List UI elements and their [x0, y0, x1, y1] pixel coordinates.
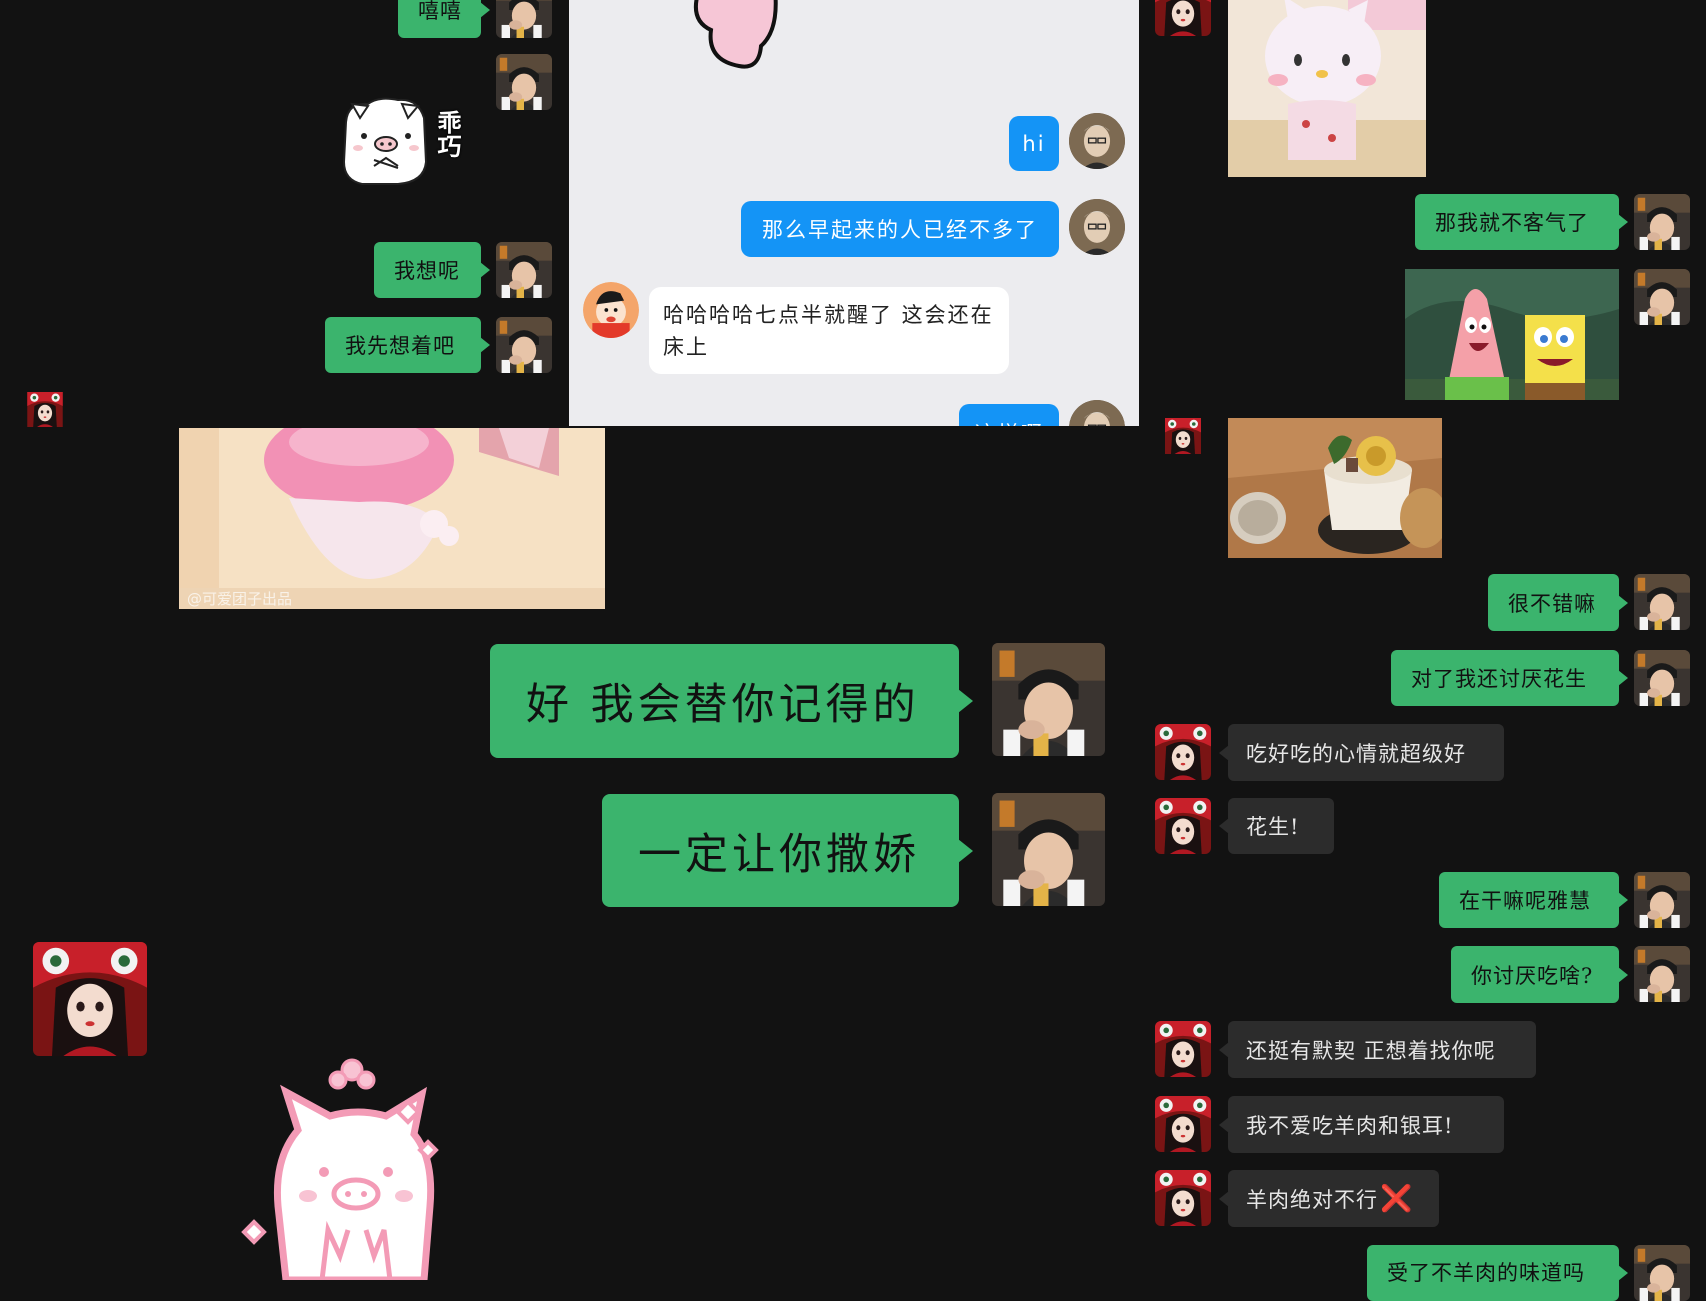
avatar[interactable] — [17, 392, 73, 427]
pink-pig-sticker[interactable] — [238, 1046, 458, 1284]
avatar[interactable] — [1069, 199, 1125, 255]
pink-sticker-fragment — [694, 0, 778, 69]
message-text: hi — [1022, 131, 1046, 156]
message-text: 花生! — [1246, 815, 1300, 839]
message-text: 好 我会替你记得的 — [526, 680, 920, 730]
avatar[interactable] — [1155, 1021, 1211, 1077]
message-bubble-received[interactable]: 花生! — [1219, 798, 1334, 854]
message-text: 嘻嘻 — [418, 0, 462, 23]
hello-kitty-image[interactable] — [1228, 0, 1426, 177]
avatar[interactable] — [496, 0, 552, 38]
patrick-spongebob-art — [1405, 269, 1619, 400]
avatar[interactable] — [1634, 1245, 1690, 1301]
message-text: 一定让你撒娇 — [638, 829, 920, 880]
video-frame-art — [179, 428, 605, 609]
avatar[interactable] — [583, 282, 639, 338]
avatar[interactable] — [1069, 400, 1125, 426]
avatar[interactable] — [1155, 418, 1211, 454]
avatar[interactable] — [1069, 113, 1125, 169]
message-bubble-sent[interactable]: 我先想着吧 — [325, 317, 490, 373]
message-bubble-sent[interactable]: 很不错嘛 — [1488, 574, 1628, 631]
message-text: 我先想着吧 — [345, 334, 455, 358]
message-text: 我想呢 — [394, 259, 460, 283]
message-text: 在干嘛呢雅慧 — [1459, 889, 1591, 913]
message-bubble-sent[interactable]: 在干嘛呢雅慧 — [1439, 872, 1628, 928]
avatar[interactable] — [1155, 0, 1211, 36]
message-bubble-received[interactable]: 羊肉绝对不行 ❌ — [1219, 1170, 1439, 1227]
message-text: 很不错嘛 — [1508, 591, 1596, 616]
message-text: 这样啊 — [975, 418, 1044, 426]
message-text: 那我就不客气了 — [1435, 211, 1589, 235]
avatar[interactable] — [1634, 194, 1690, 250]
message-bubble-sent[interactable]: 受了不羊肉的味道吗 — [1367, 1245, 1628, 1301]
message-bubble-sent[interactable]: 嘻嘻 — [398, 0, 490, 38]
avatar[interactable] — [992, 643, 1105, 756]
message-bubble-sent[interactable]: 一定让你撒娇 — [602, 794, 973, 907]
message-bubble-received[interactable]: 我不爱吃羊肉和银耳! — [1219, 1096, 1504, 1153]
message-text: 吃好吃的心情就超级好 — [1246, 741, 1466, 766]
hello-kitty-art — [1228, 0, 1426, 177]
message-bubble-sent[interactable]: 这样啊 — [959, 404, 1059, 426]
message-bubble-received[interactable]: 还挺有默契 正想着找你呢 — [1219, 1021, 1536, 1078]
avatar[interactable] — [1155, 724, 1211, 780]
pig-sticker[interactable]: 乖巧 — [338, 92, 468, 192]
avatar[interactable] — [1155, 1096, 1211, 1152]
message-bubble-sent[interactable]: 好 我会替你记得的 — [490, 644, 973, 758]
message-text: 哈哈哈哈七点半就醒了 这会还在床上 — [663, 303, 994, 359]
avatar[interactable] — [1634, 872, 1690, 928]
message-bubble-sent[interactable]: 我想呢 — [374, 242, 490, 298]
message-bubble-received[interactable]: 吃好吃的心情就超级好 — [1219, 724, 1504, 781]
patrick-spongebob-image[interactable] — [1405, 269, 1619, 400]
avatar[interactable] — [496, 317, 552, 373]
message-text: 你讨厌吃啥? — [1471, 963, 1594, 988]
message-bubble-sent[interactable]: hi — [1009, 116, 1059, 171]
avatar[interactable] — [1155, 798, 1211, 854]
avatar[interactable] — [496, 54, 552, 110]
avatar[interactable] — [1634, 269, 1690, 325]
message-bubble-sent[interactable]: 那我就不客气了 — [1415, 194, 1628, 250]
avatar[interactable] — [33, 942, 147, 1056]
avatar[interactable] — [1634, 574, 1690, 630]
embedded-chat-screenshot: hi 那么早起来的人已经不多了 哈哈哈哈七点半就醒了 这会还在床上 这样啊 — [569, 0, 1139, 426]
message-text: 羊肉绝对不行 — [1246, 1187, 1378, 1212]
video-frame-image[interactable]: @可爱团子出品 — [179, 428, 605, 609]
message-bubble-sent[interactable]: 对了我还讨厌花生 — [1391, 650, 1628, 706]
message-text: 受了不羊肉的味道吗 — [1387, 1261, 1585, 1285]
food-photo-art — [1228, 418, 1442, 558]
message-text: 对了我还讨厌花生 — [1411, 667, 1587, 691]
avatar[interactable] — [1634, 946, 1690, 1002]
pink-pig-sticker-image — [241, 1058, 439, 1284]
avatar[interactable] — [1155, 1170, 1211, 1226]
message-text: 那么早起来的人已经不多了 — [762, 218, 1038, 242]
video-watermark: @可爱团子出品 — [187, 590, 293, 608]
message-bubble-sent[interactable]: 你讨厌吃啥? — [1451, 946, 1628, 1003]
message-bubble-received[interactable]: 哈哈哈哈七点半就醒了 这会还在床上 — [649, 287, 1009, 374]
avatar[interactable] — [1634, 650, 1690, 706]
sticker-caption: 乖巧 — [433, 110, 462, 158]
message-text: 还挺有默契 正想着找你呢 — [1246, 1038, 1496, 1063]
avatar[interactable] — [496, 242, 552, 298]
food-photo[interactable] — [1228, 418, 1442, 558]
avatar[interactable] — [992, 793, 1105, 906]
red-x-icon: ❌ — [1380, 1183, 1414, 1214]
message-text: 我不爱吃羊肉和银耳! — [1246, 1113, 1454, 1138]
message-bubble-sent[interactable]: 那么早起来的人已经不多了 — [741, 201, 1059, 257]
